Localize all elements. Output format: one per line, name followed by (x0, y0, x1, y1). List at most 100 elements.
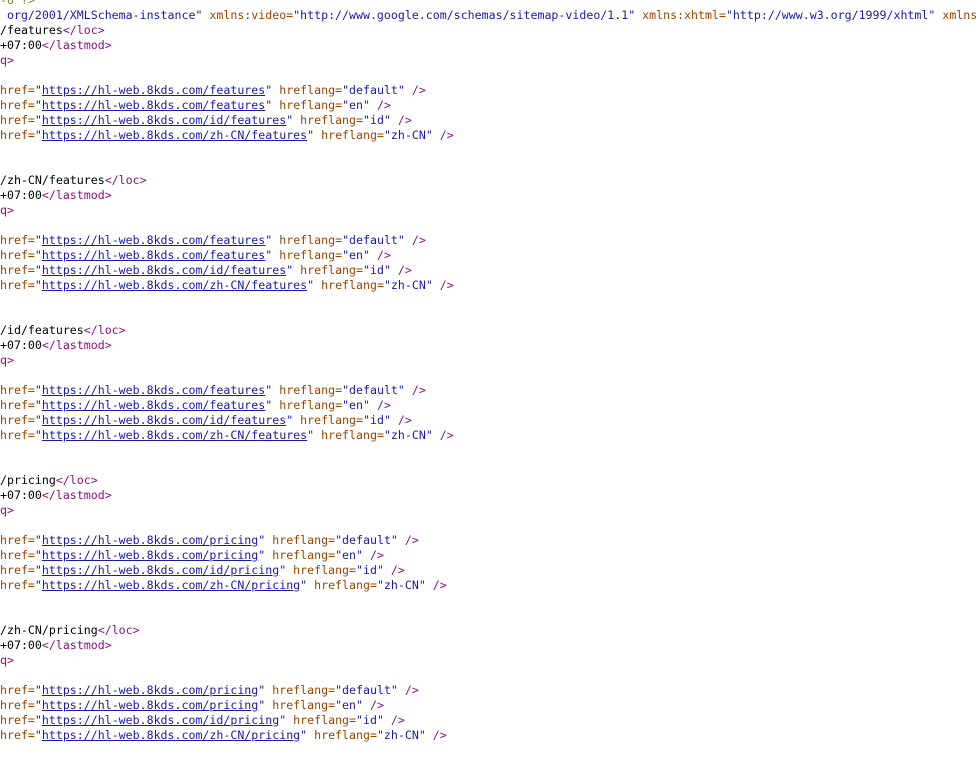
xml-value-token: " (34, 128, 42, 142)
xml-value-token: "en" (342, 98, 370, 112)
xml-attribute-token: hreflang= (286, 713, 357, 727)
xml-attribute-token: hreflang= (286, 563, 357, 577)
xml-tag-token: </loc> (83, 323, 126, 337)
source-line: q> (0, 203, 14, 218)
xml-tag-token: /> (432, 278, 454, 292)
source-line: q> (0, 653, 14, 668)
xml-tag-token: /> (390, 413, 412, 427)
xml-text-token: /features (0, 23, 63, 37)
xml-attribute-token: href= (0, 548, 35, 562)
source-line: +07:00</lastmod> (0, 638, 112, 653)
url-link[interactable]: https://hl-web.8kds.com/pricing (42, 683, 258, 697)
xml-attribute-token: hreflang= (307, 728, 377, 742)
url-link[interactable]: https://hl-web.8kds.com/features (42, 248, 265, 262)
source-line: href="https://hl-web.8kds.com/zh-CN/feat… (0, 428, 454, 443)
source-line: /features</loc> (0, 23, 105, 38)
xml-value-token: " (34, 533, 42, 547)
xml-value-token: "id" (363, 263, 391, 277)
xml-attribute-token: xmlns:video= (202, 8, 294, 22)
xml-text-token: +07:00 (0, 188, 42, 202)
url-link[interactable]: https://hl-web.8kds.com/pricing (42, 533, 258, 547)
source-line: /zh-CN/pricing</loc> (0, 623, 140, 638)
source-line: href="https://hl-web.8kds.com/zh-CN/pric… (0, 728, 447, 743)
xml-text-token: +07:00 (0, 638, 42, 652)
url-link[interactable]: https://hl-web.8kds.com/id/features (42, 263, 286, 277)
xml-value-token: "zh-CN" (376, 728, 426, 742)
xml-value-token: " (34, 98, 42, 112)
url-link[interactable]: https://hl-web.8kds.com/features (42, 383, 265, 397)
xml-text-token: /id/features (0, 323, 84, 337)
source-line: /pricing</loc> (0, 473, 98, 488)
xml-attribute-token: href= (0, 578, 35, 592)
xml-tag-token: /> (397, 683, 419, 697)
xml-attribute-token: hreflang= (265, 548, 336, 562)
xml-value-token: "id" (363, 413, 391, 427)
xml-attribute-token: hreflang= (293, 413, 363, 427)
source-line: org/2001/XMLSchema-instance" xmlns:video… (0, 8, 977, 23)
xml-attribute-token: hreflang= (314, 428, 384, 442)
url-link[interactable]: https://hl-web.8kds.com/pricing (42, 698, 258, 712)
url-link[interactable]: https://hl-web.8kds.com/pricing (42, 548, 258, 562)
source-line: /id/features</loc> (0, 323, 126, 338)
xml-attribute-token: hreflang= (265, 533, 336, 547)
xml-tag-token: /> (390, 263, 412, 277)
url-link[interactable]: https://hl-web.8kds.com/features (42, 98, 265, 112)
xml-value-token: org/2001/XMLSchema-instance" (0, 8, 203, 22)
url-link[interactable]: https://hl-web.8kds.com/id/features (42, 113, 286, 127)
url-link[interactable]: https://hl-web.8kds.com/zh-CN/features (42, 278, 307, 292)
source-line: href="https://hl-web.8kds.com/id/feature… (0, 113, 412, 128)
source-line: +07:00</lastmod> (0, 188, 112, 203)
xml-value-token: "zh-CN" (383, 128, 433, 142)
url-link[interactable]: https://hl-web.8kds.com/features (42, 398, 265, 412)
xml-value-token: "default" (335, 683, 398, 697)
source-line: -8 ?> (0, 0, 35, 8)
xml-attribute-token: href= (0, 248, 35, 262)
xml-declaration-token: -8 ?> (0, 0, 35, 7)
xml-tag-token: </lastmod> (41, 488, 112, 502)
xml-attribute-token: hreflang= (307, 578, 377, 592)
xml-tag-token: q> (0, 203, 14, 217)
source-line: href="https://hl-web.8kds.com/pricing" h… (0, 533, 419, 548)
source-line: href="https://hl-web.8kds.com/pricing" h… (0, 548, 384, 563)
xml-tag-token: </lastmod> (41, 188, 112, 202)
source-line: href="https://hl-web.8kds.com/pricing" h… (0, 698, 384, 713)
xml-attribute-token: hreflang= (272, 248, 343, 262)
source-line: href="https://hl-web.8kds.com/pricing" h… (0, 683, 419, 698)
xml-value-token: "id" (363, 113, 391, 127)
xml-tag-token: </loc> (97, 623, 140, 637)
url-link[interactable]: https://hl-web.8kds.com/id/pricing (42, 563, 279, 577)
url-link[interactable]: https://hl-web.8kds.com/zh-CN/pricing (42, 728, 300, 742)
xml-tag-token: /> (404, 383, 426, 397)
xml-value-token: "zh-CN" (383, 428, 433, 442)
source-line: +07:00</lastmod> (0, 488, 112, 503)
xml-attribute-token: href= (0, 533, 35, 547)
url-link[interactable]: https://hl-web.8kds.com/features (42, 83, 265, 97)
xml-value-token: "en" (335, 548, 363, 562)
xml-attribute-token: hreflang= (272, 83, 343, 97)
url-link[interactable]: https://hl-web.8kds.com/features (42, 233, 265, 247)
source-line: href="https://hl-web.8kds.com/features" … (0, 248, 391, 263)
xml-tag-token: /> (397, 533, 419, 547)
xml-value-token: " (34, 113, 42, 127)
xml-attribute-token: href= (0, 713, 35, 727)
xml-value-token: " (34, 428, 42, 442)
url-link[interactable]: https://hl-web.8kds.com/id/features (42, 413, 286, 427)
xml-value-token: " (34, 413, 42, 427)
source-line: +07:00</lastmod> (0, 38, 112, 53)
xml-tag-token: /> (369, 98, 391, 112)
url-link[interactable]: https://hl-web.8kds.com/zh-CN/features (42, 428, 307, 442)
xml-value-token: " (34, 233, 42, 247)
source-line: href="https://hl-web.8kds.com/zh-CN/feat… (0, 128, 454, 143)
url-link[interactable]: https://hl-web.8kds.com/zh-CN/features (42, 128, 307, 142)
source-line: href="https://hl-web.8kds.com/features" … (0, 98, 391, 113)
xml-attribute-token: hreflang= (265, 683, 336, 697)
xml-attribute-token: href= (0, 263, 35, 277)
xml-value-token: " (34, 248, 42, 262)
source-line: href="https://hl-web.8kds.com/features" … (0, 233, 426, 248)
url-link[interactable]: https://hl-web.8kds.com/id/pricing (42, 713, 279, 727)
url-link[interactable]: https://hl-web.8kds.com/zh-CN/pricing (42, 578, 300, 592)
xml-text-token: /zh-CN/features (0, 173, 105, 187)
xml-attribute-token: href= (0, 233, 35, 247)
xml-tag-token: /> (404, 83, 426, 97)
xml-attribute-token: href= (0, 98, 35, 112)
